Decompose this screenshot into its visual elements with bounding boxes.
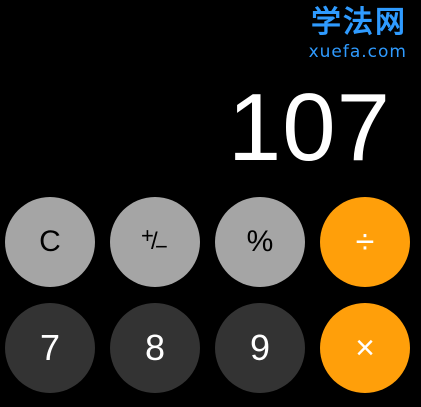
digit-8-label: 8 — [144, 327, 166, 368]
digit-8-button[interactable]: 8 — [110, 303, 200, 393]
digit-7-button[interactable]: 7 — [5, 303, 95, 393]
divide-button[interactable]: ÷ — [320, 197, 410, 287]
plus-minus-button[interactable]: + / − — [110, 197, 200, 287]
clear-button-label: C — [39, 225, 61, 258]
result-display: 107 — [227, 74, 391, 181]
watermark-chinese-text: 学法网 — [311, 5, 407, 40]
digit-9-label: 9 — [249, 327, 271, 368]
multiply-button[interactable]: × — [320, 303, 410, 393]
digit-9-button[interactable]: 9 — [215, 303, 305, 393]
plus-minus-icon: + / − — [139, 223, 171, 259]
clear-button[interactable]: C — [5, 197, 95, 287]
multiply-icon: × — [355, 328, 375, 367]
digit-7-label: 7 — [39, 327, 61, 368]
percent-button[interactable]: % — [215, 197, 305, 287]
watermark-logo: 学法网 xuefa.com — [287, 5, 407, 63]
percent-button-label: % — [246, 225, 274, 258]
minus-glyph: − — [155, 234, 168, 259]
divide-icon: ÷ — [355, 222, 375, 261]
watermark-site-text: xuefa.com — [308, 42, 407, 62]
